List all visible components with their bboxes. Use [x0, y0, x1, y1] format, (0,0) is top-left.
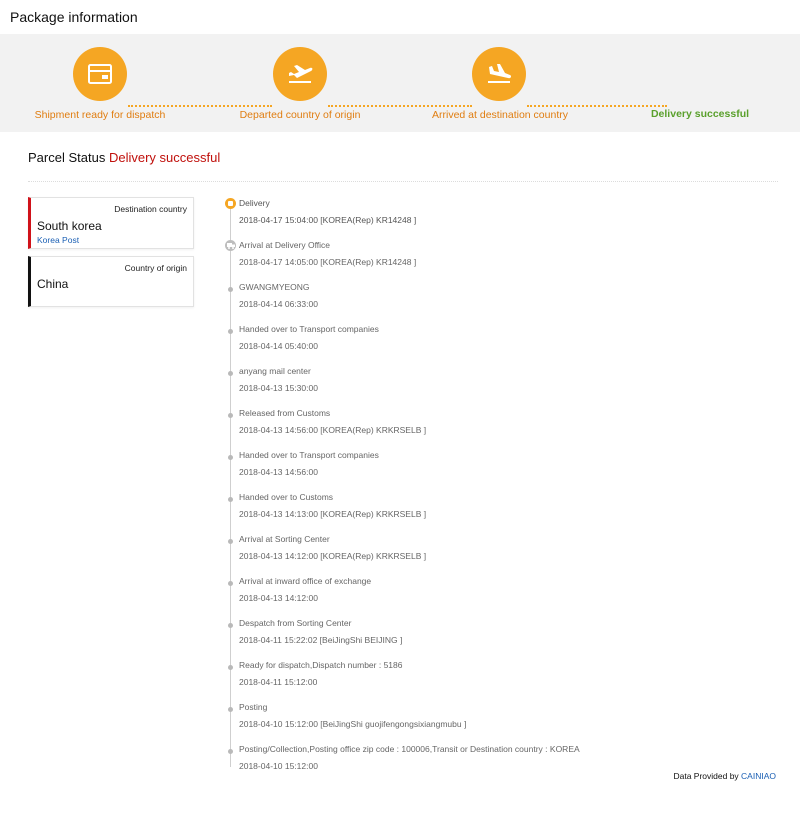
progress-connector [527, 105, 667, 107]
origin-card: Country of origin China [28, 256, 194, 307]
timeline-dot [228, 329, 233, 334]
event-detail: 2018-04-11 15:12:00 [239, 677, 318, 687]
destination-postal-service: Korea Post [37, 235, 80, 245]
event-title: Handed over to Transport companies [239, 324, 379, 334]
event-title: Released from Customs [239, 408, 331, 418]
step-label-departed: Departed country of origin [239, 109, 361, 121]
event-title: Arrival at Delivery Office [239, 240, 331, 250]
destination-caption: Destination country [114, 204, 187, 214]
timeline-dot [228, 539, 233, 544]
timeline-dot [228, 623, 233, 628]
event-title: Ready for dispatch,Dispatch number : 518… [239, 660, 403, 670]
delivered-box-icon [225, 198, 236, 209]
step-label-delivered: Delivery successful [650, 108, 750, 120]
data-provider-credit: Data Provided by CAINIAO [673, 771, 776, 781]
origin-country-name: China [37, 277, 69, 291]
event-detail: 2018-04-13 14:12:00 [KOREA(Rep) KRKRSELB… [239, 551, 427, 561]
event-title: Posting [239, 702, 268, 712]
step-label-dispatch: Shipment ready for dispatch [34, 109, 166, 121]
event-title: anyang mail center [239, 366, 311, 376]
progress-tracker: Shipment ready for dispatch Departed cou… [0, 34, 800, 132]
parcel-status: Parcel Status Delivery successful [28, 150, 220, 165]
event-detail: 2018-04-14 06:33:00 [239, 299, 318, 309]
page-title: Package information [10, 9, 138, 25]
event-detail: 2018-04-13 14:13:00 [KOREA(Rep) KRKRSELB… [239, 509, 427, 519]
progress-connector [328, 105, 472, 107]
plane-landing-icon [472, 47, 526, 101]
timeline-dot [228, 665, 233, 670]
parcel-status-label: Parcel Status [28, 150, 106, 165]
destination-country-name: South korea [37, 219, 102, 233]
event-title: Handed over to Customs [239, 492, 334, 502]
event-title: Delivery [239, 198, 270, 208]
plane-takeoff-icon [273, 47, 327, 101]
cainiao-link[interactable]: CAINIAO [741, 771, 776, 781]
event-title: Handed over to Transport companies [239, 450, 379, 460]
event-title: Despatch from Sorting Center [239, 618, 352, 628]
timeline-dot [228, 413, 233, 418]
event-title: GWANGMYEONG [239, 282, 310, 292]
timeline-dot [228, 371, 233, 376]
event-detail: 2018-04-14 05:40:00 [239, 341, 318, 351]
data-provider-prefix: Data Provided by [673, 771, 739, 781]
event-title: Arrival at Sorting Center [239, 534, 330, 544]
step-label-arrived: Arrived at destination country [432, 109, 568, 121]
timeline-dot [228, 707, 233, 712]
event-detail: 2018-04-10 15:12:00 [239, 761, 318, 771]
event-title: Arrival at inward office of exchange [239, 576, 372, 586]
parcel-status-value: Delivery successful [108, 150, 221, 165]
event-detail: 2018-04-11 15:22:02 [BeiJingShi BEIJING … [239, 635, 403, 645]
package-box-icon [73, 47, 127, 101]
event-detail: 2018-04-13 14:56:00 [239, 467, 318, 477]
timeline-dot [228, 287, 233, 292]
event-detail: 2018-04-13 14:12:00 [239, 593, 318, 603]
divider [28, 181, 778, 182]
event-title: Posting/Collection,Posting office zip co… [239, 744, 580, 754]
destination-card: Destination country South korea Korea Po… [28, 197, 194, 249]
event-detail: 2018-04-17 15:04:00 [KOREA(Rep) KR14248 … [239, 215, 417, 225]
timeline-dot [228, 749, 233, 754]
origin-caption: Country of origin [124, 263, 187, 273]
event-detail: 2018-04-13 15:30:00 [239, 383, 318, 393]
timeline-dot [228, 581, 233, 586]
truck-icon [225, 240, 236, 251]
event-detail: 2018-04-13 14:56:00 [KOREA(Rep) KRKRSELB… [239, 425, 427, 435]
event-detail: 2018-04-10 15:12:00 [BeiJingShi guojifen… [239, 719, 467, 729]
event-detail: 2018-04-17 14:05:00 [KOREA(Rep) KR14248 … [239, 257, 417, 267]
progress-connector [128, 105, 272, 107]
timeline-dot [228, 455, 233, 460]
timeline-dot [228, 497, 233, 502]
